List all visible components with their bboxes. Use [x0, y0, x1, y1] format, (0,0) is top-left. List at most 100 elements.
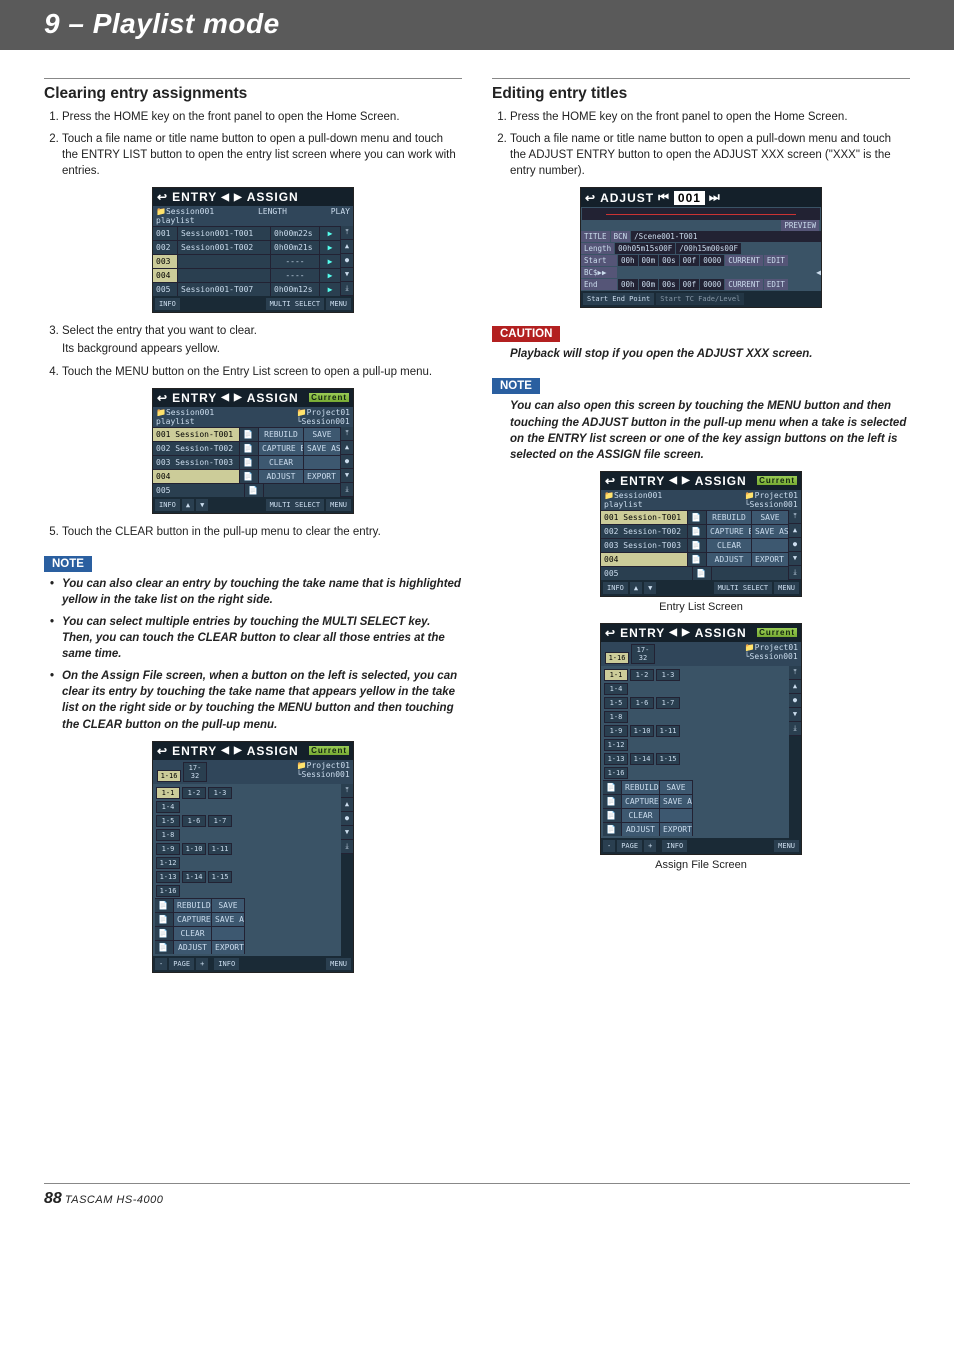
scroll-buttons: ⤒ ▲ ● ▼ ⤓: [341, 427, 353, 497]
take-004: [178, 269, 271, 282]
session-name: Session001: [166, 207, 214, 216]
playlist-label: playlist: [156, 417, 195, 426]
rebuild-button: REBUILD: [259, 428, 304, 441]
bullet-2: You can select multiple entries by touch…: [62, 614, 462, 662]
scroll-top-icon: ⤒: [341, 784, 353, 798]
capture-button: CAPTURE BC$: [707, 525, 752, 538]
record-dot-icon: ●: [341, 254, 353, 268]
len-002: 0h00m21s: [271, 241, 320, 254]
step-1: Press the HOME key on the front panel to…: [62, 109, 462, 125]
empty-cell: [264, 484, 341, 497]
screen-title-entry: ENTRY: [620, 626, 665, 640]
caption-assign-file: Assign File Screen: [492, 859, 910, 871]
key-1-2: 1-2: [182, 787, 206, 799]
down-icon: ▼: [196, 499, 208, 511]
bullet-3: On the Assign File screen, when a button…: [62, 668, 462, 732]
tc-f: 00f: [680, 279, 700, 290]
file-icon: 📄: [688, 511, 707, 524]
file-icon: 📄: [693, 567, 712, 580]
file-icon: 📄: [603, 823, 622, 836]
take-003: [178, 255, 271, 268]
file-icon: 📄: [688, 539, 707, 552]
row-005: 005: [153, 484, 245, 497]
arrow-left-icon: ◀: [669, 475, 678, 486]
note-label: NOTE: [44, 556, 92, 572]
file-icon: 📄: [155, 941, 174, 954]
figure-entry-list: ↩ ENTRY ◀ ▶ ASSIGN Current 📁Session001pl…: [492, 471, 910, 613]
step-2: Touch a file name or title name button t…: [62, 131, 462, 179]
clearing-heading: Clearing entry assignments: [44, 78, 462, 103]
idx-002: 002: [153, 241, 178, 254]
play-icon: ▶: [320, 269, 341, 282]
key-1-12: 1-12: [604, 739, 628, 751]
current-badge: Current: [757, 476, 797, 485]
row-005: 005: [601, 567, 693, 580]
prev-icon: ⏮: [658, 190, 670, 205]
key-1-2: 1-2: [630, 669, 654, 681]
scroll-down-icon: ▼: [341, 268, 353, 282]
right-column: Editing entry titles Press the HOME key …: [492, 78, 910, 983]
start-label: Start: [581, 255, 617, 266]
take-005: Session001-T007: [178, 283, 271, 296]
scroll-top-icon: ⤒: [789, 510, 801, 524]
page-footer: 88 TASCAM HS-4000: [44, 1183, 910, 1208]
save-button: SAVE: [304, 428, 341, 441]
arrow-right-icon: ▶: [682, 475, 691, 486]
note-bullets: You can also clear an entry by touching …: [44, 576, 462, 733]
arrow-left-icon: ◀: [669, 627, 678, 638]
key-1-16: 1-16: [604, 767, 628, 779]
key-1-8: 1-8: [604, 711, 628, 723]
key-1-6: 1-6: [630, 697, 654, 709]
arrow-left-icon: ◀: [221, 392, 230, 403]
left-column: Clearing entry assignments Press the HOM…: [44, 78, 462, 983]
page-plus: +: [644, 840, 656, 852]
current-badge: Current: [757, 628, 797, 637]
screen-title-entry: ENTRY: [172, 744, 217, 758]
key-1-4: 1-4: [156, 801, 180, 813]
menu-button: MENU: [774, 840, 799, 852]
file-icon: 📄: [155, 927, 174, 940]
row-002: 002 Session-T002: [601, 525, 688, 538]
key-1-10: 1-10: [182, 843, 206, 855]
screen-assign-file: ↩ ENTRY ◀ ▶ ASSIGN Current 1-1617-32 📁Pr…: [152, 741, 354, 973]
content-columns: Clearing entry assignments Press the HOM…: [0, 50, 954, 1003]
rebuild-button: REBUILD: [707, 511, 752, 524]
folder-icon: 📁: [156, 207, 166, 216]
current-badge: Current: [309, 393, 349, 402]
scroll-down-icon: ▼: [789, 708, 801, 722]
play-icon: ▶: [320, 241, 341, 254]
col-play: PLAY: [331, 207, 350, 225]
note-label-r: NOTE: [492, 378, 540, 394]
note-body-r: You can also open this screen by touchin…: [510, 398, 910, 462]
row-002: 002 Session-T002: [153, 442, 240, 455]
fade-tab: Start TC Fade/Level: [656, 293, 744, 305]
tab-17-32: 17-32: [183, 762, 207, 782]
menu-button: MENU: [326, 958, 351, 970]
scroll-up-icon: ▲: [341, 441, 353, 455]
scroll-top-icon: ⤒: [341, 427, 353, 441]
key-1-11: 1-11: [208, 843, 232, 855]
row-001: 001 Session-T001: [153, 428, 240, 441]
tab-17-32: 17-32: [631, 644, 655, 664]
saveas-button: SAVE AS: [752, 525, 789, 538]
waveform: [582, 208, 820, 220]
len-004: ----: [271, 269, 320, 282]
row-004: 004: [601, 553, 688, 566]
playlist-label: playlist: [604, 500, 643, 509]
screen-title-assign: ASSIGN: [695, 474, 747, 488]
key-1-13: 1-13: [156, 871, 180, 883]
file-icon: 📄: [240, 428, 259, 441]
folder-icon: 📁: [745, 643, 755, 652]
back-icon: ↩: [605, 474, 616, 488]
screen-title-assign: ASSIGN: [247, 744, 299, 758]
length-label: Length: [581, 243, 614, 254]
export-button: EXPORT PPL: [212, 941, 245, 954]
idx-004: 004: [153, 269, 178, 282]
scroll-top-icon: ⤒: [341, 226, 353, 240]
end-label: End: [581, 279, 617, 290]
bcs-label: BC$▶▶: [581, 267, 617, 278]
caption-entry-list: Entry List Screen: [492, 601, 910, 613]
key-1-1: 1-1: [156, 787, 180, 799]
clearing-steps-end: Touch the CLEAR button in the pull-up me…: [44, 524, 462, 540]
file-icon: 📄: [603, 795, 622, 808]
